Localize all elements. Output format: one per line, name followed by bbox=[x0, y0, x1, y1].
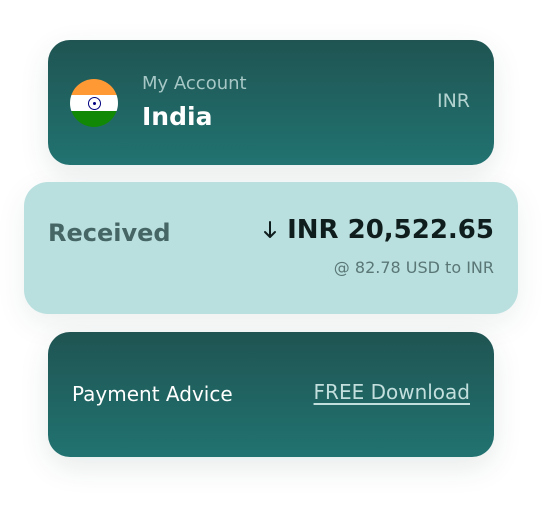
received-amount-row: INR 20,522.65 bbox=[263, 215, 494, 245]
payment-advice-label: Payment Advice bbox=[72, 382, 233, 406]
ashoka-chakra-icon bbox=[87, 96, 101, 110]
payment-advice-card: Payment Advice FREE Download bbox=[48, 332, 494, 457]
account-currency: INR bbox=[436, 90, 470, 112]
free-download-link[interactable]: FREE Download bbox=[314, 380, 470, 404]
account-country: India bbox=[142, 102, 213, 131]
exchange-rate: @ 82.78 USD to INR bbox=[333, 258, 494, 277]
account-card[interactable]: My Account India INR bbox=[48, 40, 494, 165]
received-label: Received bbox=[48, 219, 171, 247]
india-flag-icon bbox=[70, 79, 118, 127]
arrow-down-icon bbox=[264, 221, 277, 238]
received-card: Received INR 20,522.65 @ 82.78 USD to IN… bbox=[24, 182, 518, 314]
received-amount: INR 20,522.65 bbox=[287, 215, 494, 245]
account-label: My Account bbox=[142, 73, 247, 94]
